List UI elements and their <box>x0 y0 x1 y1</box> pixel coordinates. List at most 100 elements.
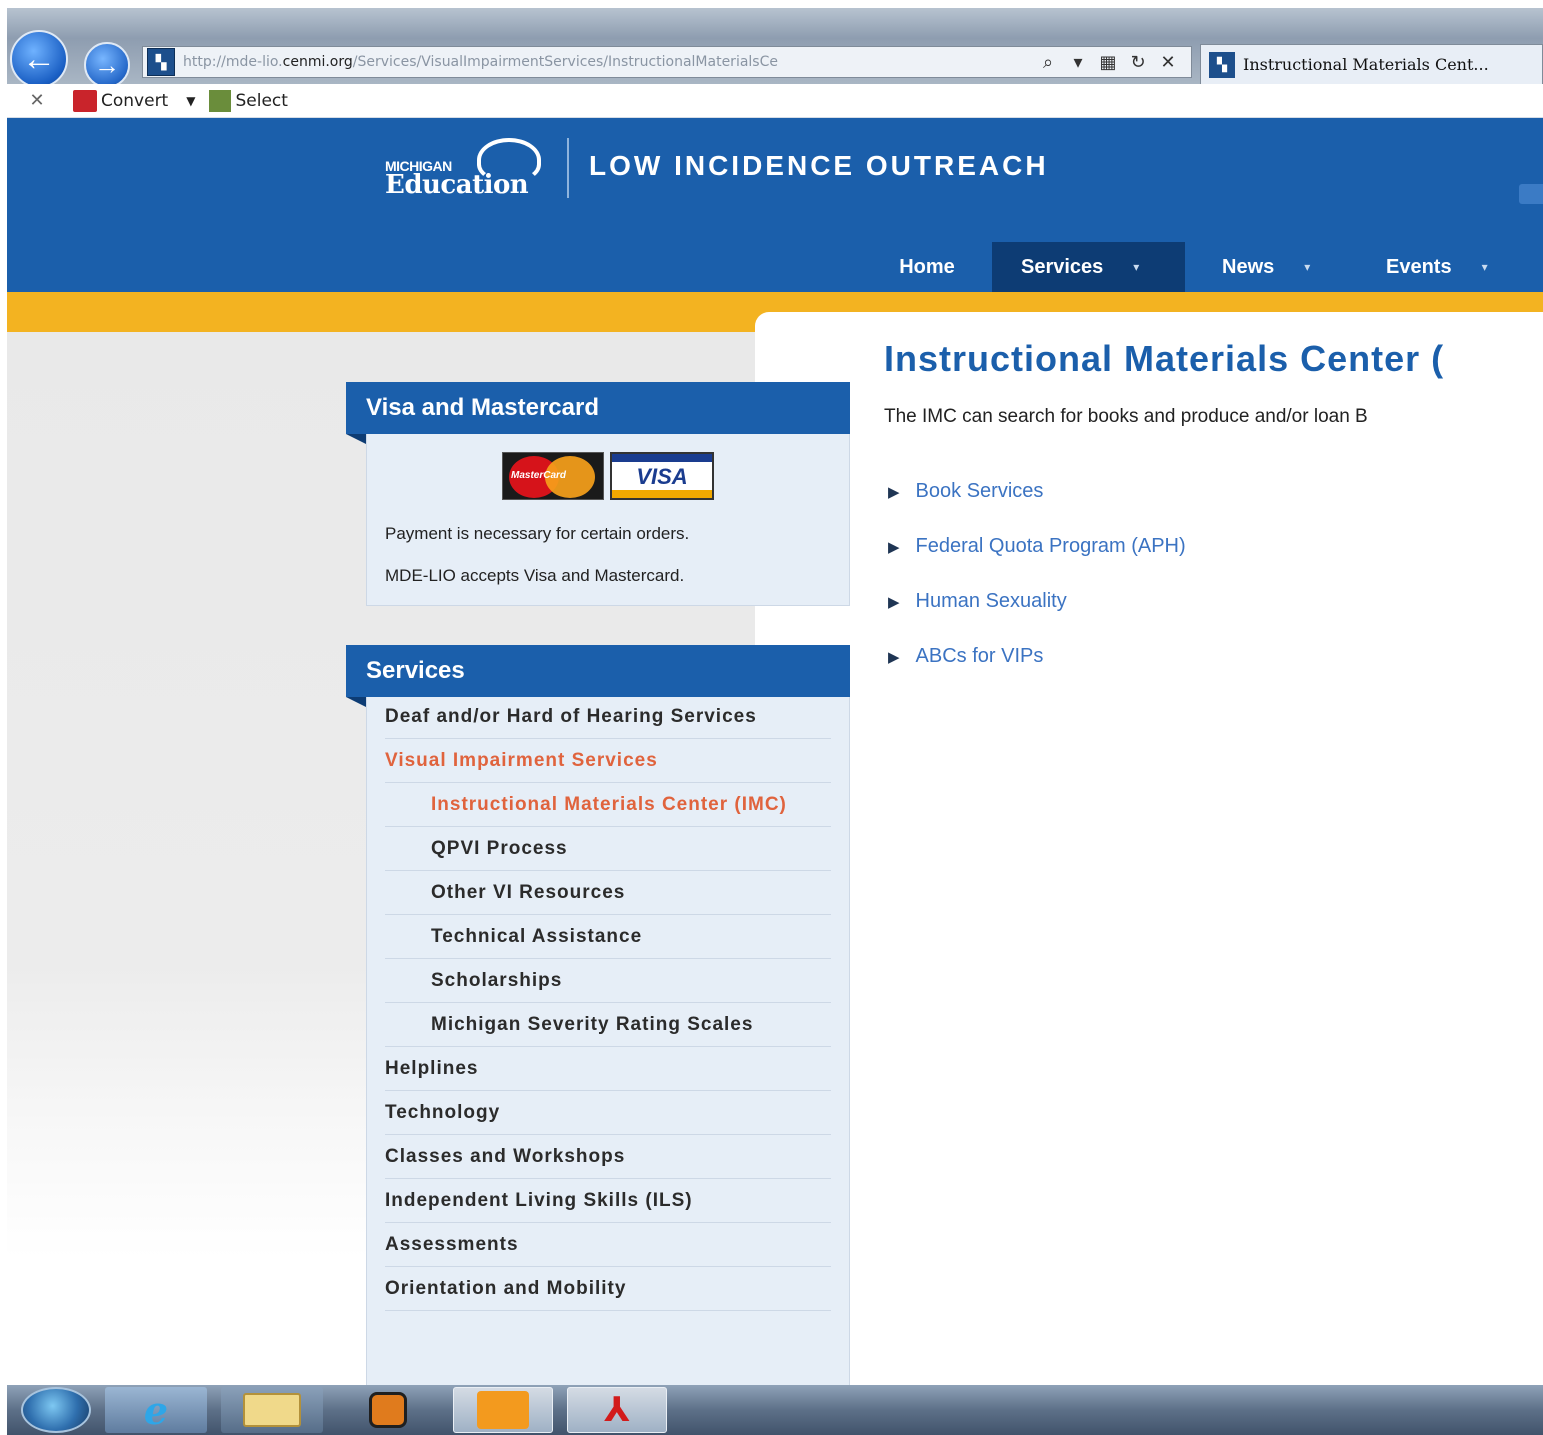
browser-chrome: ← → ▚ http://mde-lio.cenmi.org/Services/… <box>0 0 1543 118</box>
site-favicon-icon: ▚ <box>147 48 175 76</box>
nav-item-label: Services <box>1021 255 1104 278</box>
header-tab-button[interactable] <box>1519 184 1543 204</box>
play-icon <box>369 1392 407 1428</box>
services-list: Deaf and/or Hard of Hearing Services Vis… <box>385 697 831 1311</box>
select-icon <box>209 89 232 112</box>
convert-dropdown-icon[interactable]: ▼ <box>186 94 195 108</box>
sidebar-item-technical-assistance[interactable]: Technical Assistance <box>385 915 831 959</box>
sidebar-item-other-vi-resources[interactable]: Other VI Resources <box>385 871 831 915</box>
url-text[interactable]: http://mde-lio.cenmi.org/Services/Visual… <box>183 54 1033 70</box>
taskbar: e ⅄ <box>7 1385 1543 1435</box>
url-domain: cenmi.org <box>282 54 353 70</box>
pdf-convert-icon <box>73 89 97 112</box>
close-toolbar-button[interactable]: ✕ <box>7 90 67 111</box>
panel-body: Deaf and/or Hard of Hearing Services Vis… <box>366 697 850 1435</box>
arrow-right-icon: → <box>94 49 120 80</box>
main-nav: Home Services ▾ News ▾ Events ▾ <box>862 242 1539 292</box>
nav-item-label: News <box>1222 255 1275 278</box>
tab-title: Instructional Materials Cent... <box>1243 55 1489 74</box>
mail-icon <box>477 1391 529 1429</box>
adobe-acrobat-icon[interactable]: ⅄ <box>567 1387 667 1433</box>
stop-icon[interactable]: ✕ <box>1153 52 1183 73</box>
sidebar-item-visual-impairment[interactable]: Visual Impairment Services <box>385 739 831 783</box>
nav-item-label: Home <box>899 255 955 278</box>
link-book-services[interactable]: ▶ Book Services <box>888 464 1186 519</box>
sidebar-item-orientation-mobility[interactable]: Orientation and Mobility <box>385 1267 831 1311</box>
payment-note: Payment is necessary for certain orders. <box>385 524 690 543</box>
content-link-list: ▶ Book Services ▶ Federal Quota Program … <box>888 464 1186 684</box>
visa-icon: VISA <box>610 452 714 500</box>
tab-favicon-icon: ▚ <box>1209 51 1235 78</box>
mastercard-wordmark: MasterCard <box>511 470 567 481</box>
sidebar-item-assessments[interactable]: Assessments <box>385 1223 831 1267</box>
sidebar-item-severity-rating-scales[interactable]: Michigan Severity Rating Scales <box>385 1003 831 1047</box>
chevron-down-icon[interactable]: ▾ <box>1063 52 1093 73</box>
link-abcs-for-vips[interactable]: ▶ ABCs for VIPs <box>888 629 1186 684</box>
site-header: MICHIGAN Education LOW INCIDENCE OUTREAC… <box>7 118 1543 292</box>
visa-band-bottom <box>612 490 712 498</box>
intro-paragraph: The IMC can search for books and produce… <box>884 406 1368 427</box>
header-divider <box>567 138 569 198</box>
chevron-down-icon: ▾ <box>1481 260 1488 274</box>
logo-education-text: Education <box>385 170 529 200</box>
sidebar-item-technology[interactable]: Technology <box>385 1091 831 1135</box>
link-human-sexuality[interactable]: ▶ Human Sexuality <box>888 574 1186 629</box>
services-panel: Services Deaf and/or Hard of Hearing Ser… <box>346 645 850 1435</box>
panel-title: Services <box>346 645 850 707</box>
sidebar-item-helplines[interactable]: Helplines <box>385 1047 831 1091</box>
nav-item-news[interactable]: News ▾ <box>1185 242 1349 292</box>
windows-start-button[interactable] <box>21 1387 91 1433</box>
link-label: Federal Quota Program (APH) <box>915 535 1186 557</box>
triangle-right-icon: ▶ <box>888 648 900 666</box>
visa-band-top <box>612 454 712 462</box>
panel-body: MasterCard VISA Payment is necessary for… <box>366 434 850 606</box>
link-label: ABCs for VIPs <box>915 645 1044 667</box>
link-label: Human Sexuality <box>915 590 1067 612</box>
media-player-icon[interactable] <box>337 1387 439 1433</box>
url-prefix: http://mde-lio. <box>183 54 283 70</box>
nav-item-events[interactable]: Events ▾ <box>1349 242 1539 292</box>
chevron-down-icon: ▾ <box>1304 260 1311 274</box>
michigan-education-logo[interactable]: MICHIGAN Education <box>385 136 551 200</box>
link-federal-quota-program[interactable]: ▶ Federal Quota Program (APH) <box>888 519 1186 574</box>
address-bar[interactable]: ▚ http://mde-lio.cenmi.org/Services/Visu… <box>142 46 1192 78</box>
url-path: /Services/VisualImpairmentServices/Instr… <box>352 54 778 70</box>
refresh-icon[interactable]: ↻ <box>1123 52 1153 73</box>
screen: ← → ▚ http://mde-lio.cenmi.org/Services/… <box>0 0 1543 1435</box>
convert-button[interactable]: Convert <box>73 89 169 112</box>
sidebar-item-qpvi-process[interactable]: QPVI Process <box>385 827 831 871</box>
chevron-down-icon: ▾ <box>1133 260 1140 274</box>
title-strip <box>0 0 1543 8</box>
accepted-cards-note: MDE-LIO accepts Visa and Mastercard. <box>385 566 685 585</box>
forward-button[interactable]: → <box>84 42 130 88</box>
select-button[interactable]: Select <box>209 89 288 112</box>
visa-wordmark: VISA <box>636 464 688 489</box>
command-bar: ✕ Convert ▼ Select <box>7 84 1543 118</box>
nav-item-label: Events <box>1386 255 1452 278</box>
search-icon[interactable]: ⌕ <box>1033 52 1063 73</box>
sidebar-item-classes-workshops[interactable]: Classes and Workshops <box>385 1135 831 1179</box>
internet-explorer-icon[interactable]: e <box>105 1387 207 1433</box>
file-explorer-icon[interactable] <box>221 1387 323 1433</box>
convert-label: Convert <box>101 90 169 111</box>
outlook-icon[interactable] <box>453 1387 553 1433</box>
sidebar-item-independent-living-skills[interactable]: Independent Living Skills (ILS) <box>385 1179 831 1223</box>
visa-mastercard-panel: Visa and Mastercard MasterCard VISA Paym… <box>346 382 850 606</box>
sidebar-item-deaf-hard-of-hearing[interactable]: Deaf and/or Hard of Hearing Services <box>385 697 831 739</box>
site-title: LOW INCIDENCE OUTREACH <box>589 150 1049 181</box>
mastercard-icon: MasterCard <box>502 452 604 500</box>
compatibility-view-icon[interactable]: ▦ <box>1093 52 1123 73</box>
nav-item-services[interactable]: Services ▾ <box>992 242 1185 292</box>
sidebar-item-scholarships[interactable]: Scholarships <box>385 959 831 1003</box>
arrow-left-icon: ← <box>22 39 56 78</box>
panel-title: Visa and Mastercard <box>346 382 850 444</box>
select-label: Select <box>235 90 288 111</box>
folder-icon <box>243 1393 301 1427</box>
link-label: Book Services <box>915 480 1044 502</box>
triangle-right-icon: ▶ <box>888 593 900 611</box>
browser-tab[interactable]: ▚ Instructional Materials Cent... <box>1200 44 1543 84</box>
nav-item-home[interactable]: Home <box>862 242 992 292</box>
sidebar-item-imc[interactable]: Instructional Materials Center (IMC) <box>385 783 831 827</box>
back-button[interactable]: ← <box>10 30 68 88</box>
triangle-right-icon: ▶ <box>888 538 900 556</box>
